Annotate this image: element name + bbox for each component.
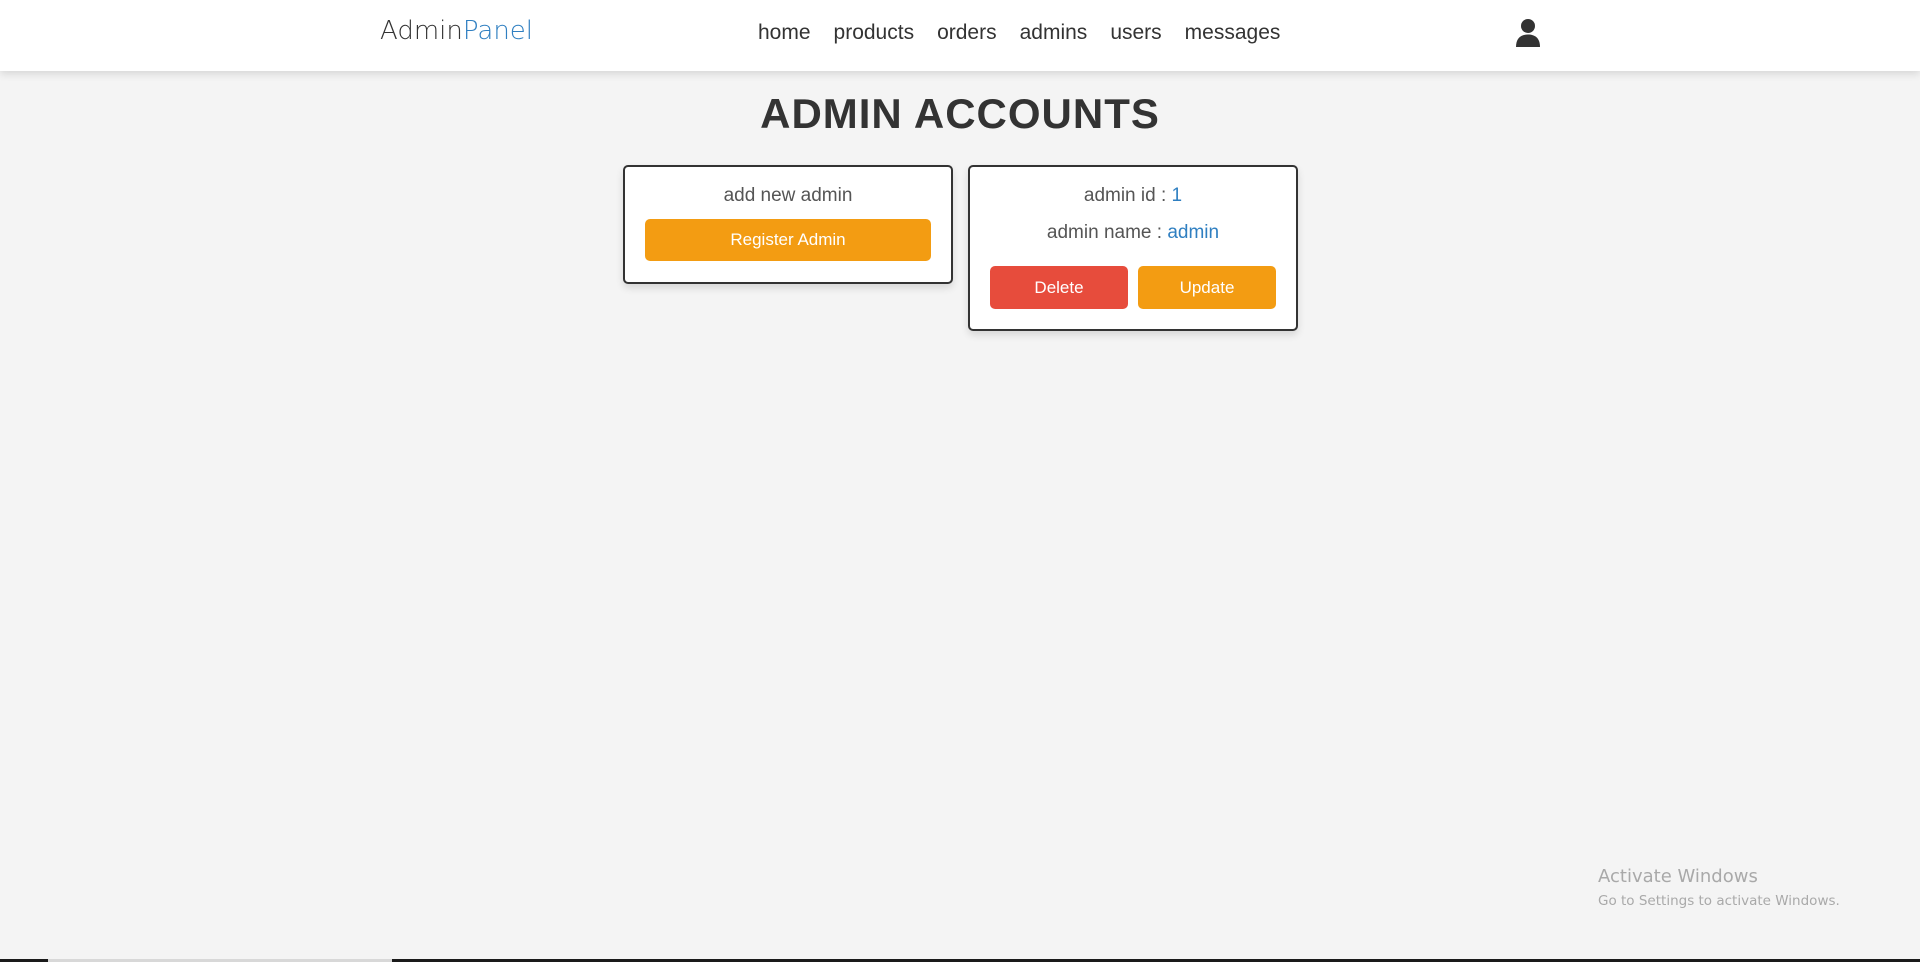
admin-name-row: admin name : admin <box>970 222 1296 244</box>
add-admin-text: add new admin <box>723 185 853 206</box>
logo-accent: Panel <box>462 16 534 46</box>
nav-home[interactable]: home <box>758 21 811 45</box>
register-admin-button[interactable]: Register Admin <box>645 219 931 261</box>
admin-name-label: admin name : <box>1046 222 1168 243</box>
navbar: home products orders admins users messag… <box>758 21 1280 45</box>
header: AdminPanel home products orders admins u… <box>0 0 1920 71</box>
user-icon[interactable] <box>1515 18 1541 48</box>
admin-id-label: admin id : <box>1083 185 1172 206</box>
logo-main: Admin <box>380 16 463 46</box>
nav-users[interactable]: users <box>1110 21 1161 45</box>
admin-id-value: 1 <box>1171 185 1183 206</box>
nav-products[interactable]: products <box>834 21 915 45</box>
delete-button[interactable]: Delete <box>990 266 1128 309</box>
admin-name-value: admin <box>1167 222 1220 243</box>
nav-messages[interactable]: messages <box>1185 21 1281 45</box>
watermark-title: Activate Windows <box>1598 866 1758 887</box>
activate-windows-watermark: Activate Windows Go to Settings to activ… <box>1598 866 1840 909</box>
admin-id-row: admin id : 1 <box>970 185 1296 207</box>
nav-admins[interactable]: admins <box>1020 21 1088 45</box>
nav-orders[interactable]: orders <box>937 21 997 45</box>
page-title: ADMIN ACCOUNTS <box>760 90 1160 137</box>
admin-card: admin id : 1 admin name : admin Delete U… <box>968 165 1298 331</box>
watermark-subtitle: Go to Settings to activate Windows. <box>1598 893 1840 909</box>
logo[interactable]: AdminPanel <box>380 16 533 46</box>
update-button[interactable]: Update <box>1138 266 1276 309</box>
add-admin-box: add new admin Register Admin <box>623 165 953 284</box>
